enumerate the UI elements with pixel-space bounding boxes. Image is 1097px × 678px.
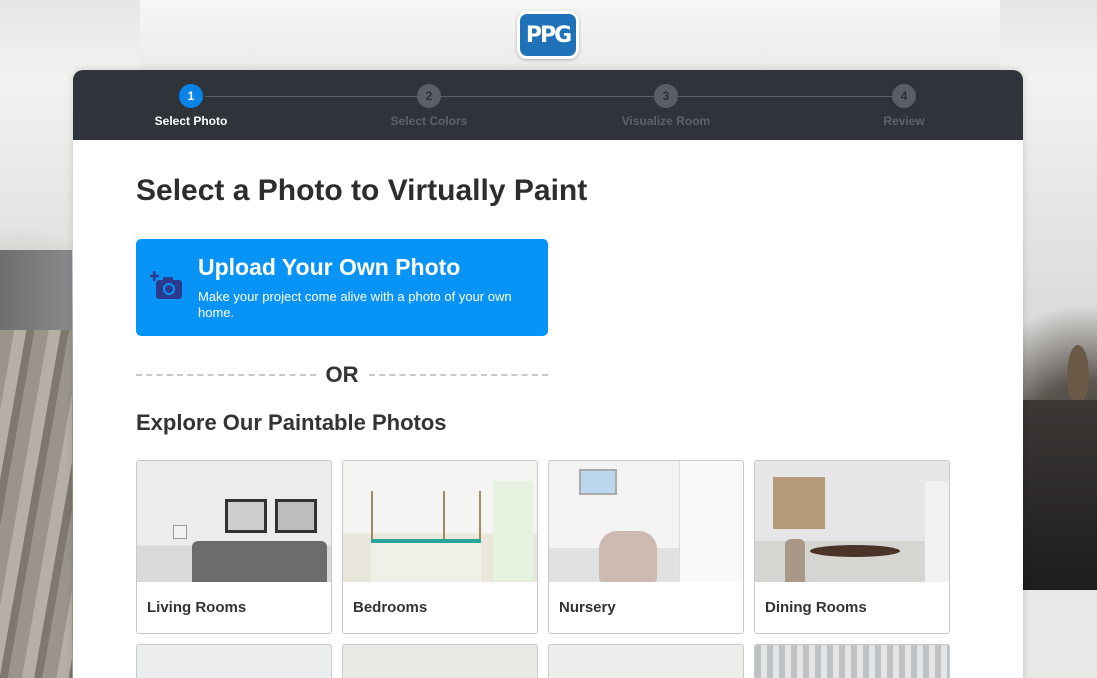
or-divider: OR [136, 362, 548, 388]
progress-stepper: 1 Select Photo 2 Select Colors 3 Visuali… [73, 70, 1023, 140]
page-title: Select a Photo to Virtually Paint [136, 174, 588, 207]
category-card-living-rooms[interactable]: Living Rooms [136, 460, 332, 634]
dining-room-thumbnail [755, 461, 949, 582]
upload-subtitle: Make your project come alive with a phot… [198, 289, 512, 320]
step-select-colors[interactable]: 2 Select Colors [359, 84, 499, 128]
or-text: OR [325, 362, 359, 387]
category-card-bedrooms[interactable]: Bedrooms [342, 460, 538, 634]
nursery-thumbnail [549, 461, 743, 582]
step-number: 1 [179, 84, 203, 108]
category-label: Living Rooms [147, 599, 247, 616]
category-card-nursery[interactable]: Nursery [548, 460, 744, 634]
step-visualize-room[interactable]: 3 Visualize Room [596, 84, 736, 128]
divider-line [136, 374, 316, 376]
photo-category-grid: Living Rooms Bedrooms Nursery Dining Roo… [136, 460, 956, 634]
category-label: Dining Rooms [765, 599, 867, 616]
step-label: Visualize Room [621, 114, 711, 128]
category-card[interactable] [548, 644, 744, 678]
living-room-thumbnail [137, 461, 331, 582]
bedroom-thumbnail [343, 461, 537, 582]
category-label: Nursery [559, 599, 616, 616]
divider-line [368, 374, 548, 376]
step-label: Review [883, 114, 925, 128]
photo-selection-panel: 1 Select Photo 2 Select Colors 3 Visuali… [73, 70, 1023, 678]
category-label: Bedrooms [353, 599, 428, 616]
step-label: Select Photo [154, 114, 228, 128]
main-content: Select a Photo to Virtually Paint Upload… [136, 140, 956, 678]
category-card[interactable] [754, 644, 950, 678]
step-label: Select Colors [390, 114, 468, 128]
category-card[interactable] [136, 644, 332, 678]
stepper-line [205, 96, 904, 97]
explore-heading: Explore Our Paintable Photos [136, 410, 447, 435]
step-number: 2 [417, 84, 441, 108]
step-select-photo[interactable]: 1 Select Photo [121, 84, 261, 128]
add-photo-camera-icon [150, 271, 182, 299]
ppg-logo[interactable]: PPG [517, 11, 579, 59]
step-number: 3 [654, 84, 678, 108]
upload-title: Upload Your Own Photo [198, 254, 461, 280]
category-card-dining-rooms[interactable]: Dining Rooms [754, 460, 950, 634]
photo-category-grid-row-2 [136, 644, 956, 678]
upload-photo-button[interactable]: Upload Your Own Photo Make your project … [136, 239, 548, 336]
step-number: 4 [892, 84, 916, 108]
category-card[interactable] [342, 644, 538, 678]
step-review[interactable]: 4 Review [834, 84, 974, 128]
